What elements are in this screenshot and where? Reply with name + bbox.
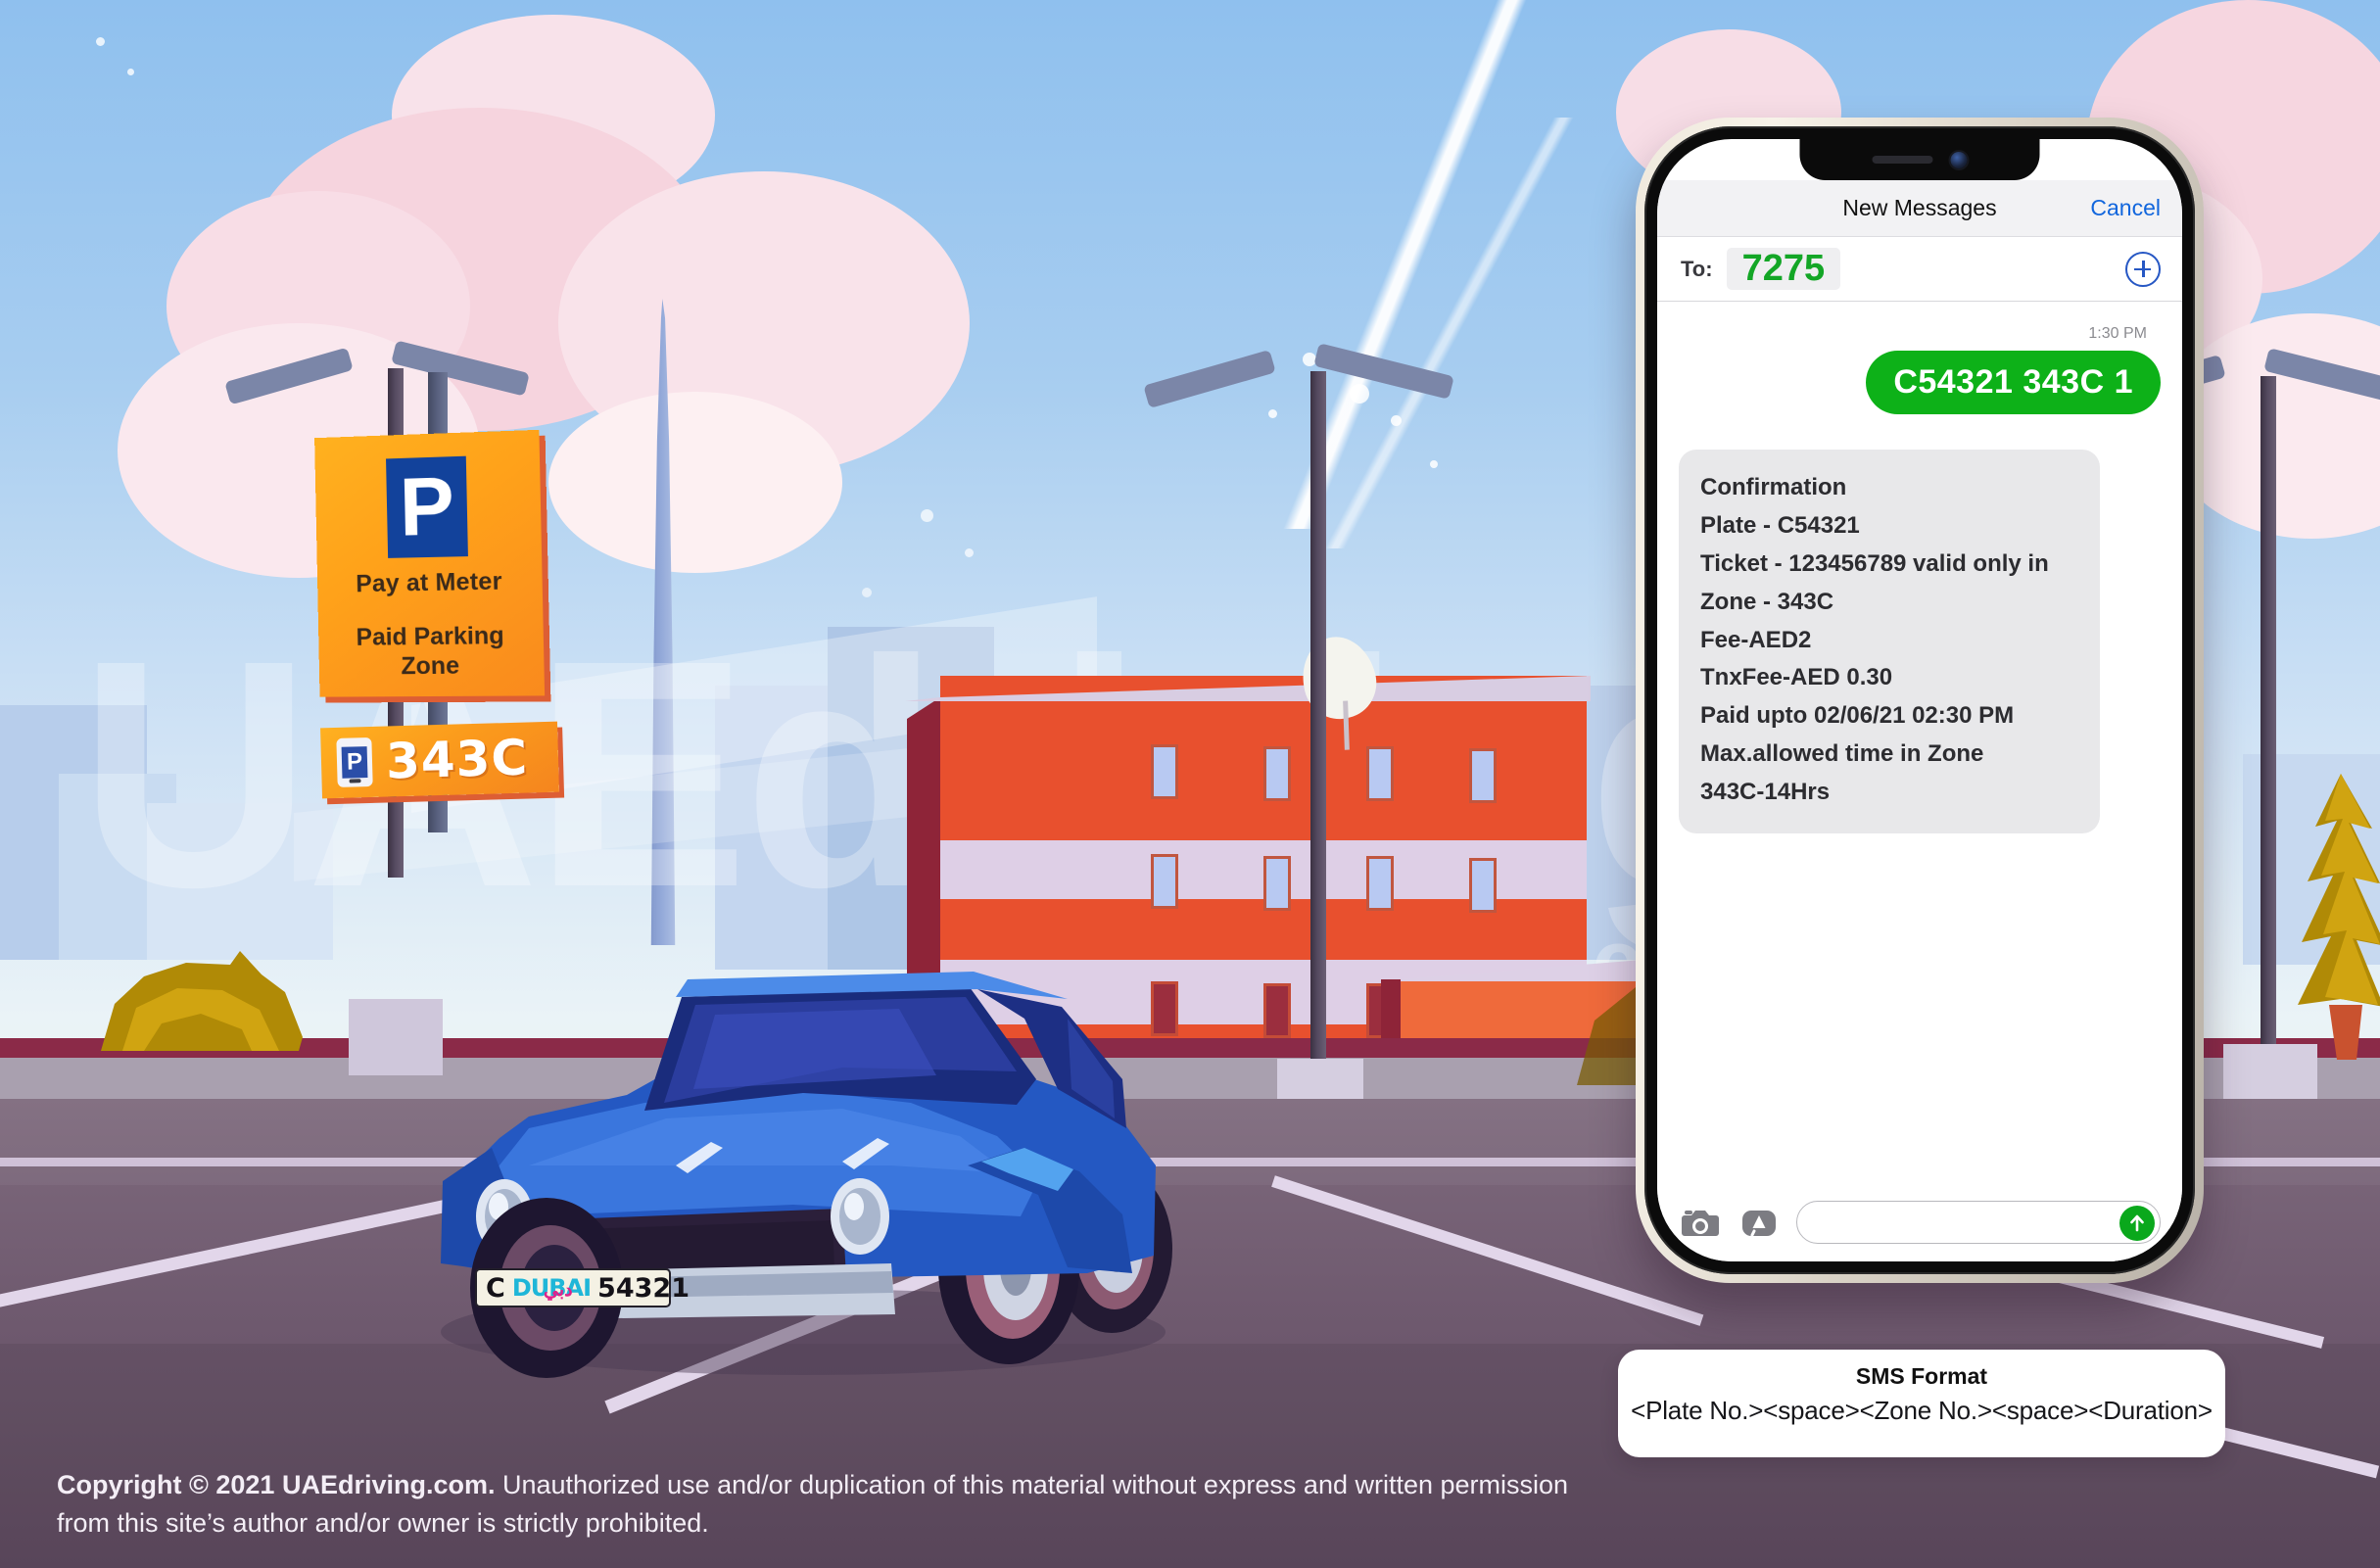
sparkle-dot [921,509,933,522]
plus-circle-icon[interactable] [2125,251,2161,287]
confirmation-line: Paid upto 02/06/21 02:30 PM [1700,702,2015,730]
building-roof-cap [905,676,1591,701]
phone-notch [1799,139,2040,180]
zone-number-sign: P 343C [320,721,559,799]
sign-paid-parking-zone-label: Paid Parking Zone [356,621,505,680]
sms-format-title: SMS Format [1855,1363,1988,1389]
sparkle-dot [96,37,105,46]
building-window [1366,746,1394,801]
cancel-button[interactable]: Cancel [2090,195,2161,221]
bush-right [2282,774,2380,1068]
phone-screen: New Messages Cancel To: 7275 1:30 PM C54… [1657,139,2182,1261]
send-arrow-icon[interactable] [2119,1206,2155,1241]
zone-number-label: 343C [385,729,529,790]
navbar-title: New Messages [1842,195,1997,220]
building-window [1263,983,1291,1038]
sparkle-dot [1268,409,1277,418]
parking-p-icon: P [386,455,468,558]
copyright-owner: Copyright © 2021 UAEdriving.com. [57,1469,496,1499]
sparkle-dot [1391,415,1402,426]
front-camera-icon [1950,151,1968,168]
confirmation-line: Max.allowed time in Zone [1700,740,1984,768]
building-window [1263,856,1291,911]
message-thread: 1:30 PM C54321 343C 1 Confirmation Plate… [1657,302,2182,1189]
outgoing-message-bubble: C54321 343C 1 [1866,351,2161,414]
confirmation-line: Confirmation [1700,474,1847,500]
building-window [1469,748,1497,803]
confirmation-line: 343C-14Hrs [1700,779,1831,805]
app-store-icon[interactable] [1737,1201,1781,1244]
incoming-message-bubble: Confirmation Plate - C54321 Ticket - 123… [1679,450,2100,833]
copyright-notice: Copyright © 2021 UAEdriving.com. Unautho… [57,1466,1624,1543]
sparkle-dot [862,588,872,597]
sparkle-dot [1430,460,1438,468]
recipient-row[interactable]: To: 7275 [1657,237,2182,302]
paid-parking-sign: P Pay at Meter Paid Parking Zone [314,429,546,697]
to-label: To: [1681,256,1713,281]
sms-format-card: SMS Format <Plate No.><space><Zone No.><… [1618,1350,2225,1457]
contrail-streak [1195,118,1704,548]
sms-format-pattern: <Plate No.><space><Zone No.><space><Dura… [1631,1396,2213,1425]
bush-left [93,935,309,1053]
confirmation-line: Zone - 343C [1700,588,1834,615]
message-input-field[interactable] [1796,1201,2161,1244]
sign-pay-at-meter-label: Pay at Meter [356,567,502,598]
earpiece-speaker-icon [1872,156,1933,164]
confirmation-line: Fee-AED2 [1700,626,1812,653]
confirmation-line: Plate - C54321 [1700,511,1860,539]
license-plate: C DUBAI دبي 54321 [475,1268,690,1307]
plate-number: 54321 [597,1272,690,1304]
camera-icon[interactable] [1679,1201,1722,1244]
sparkle-dot [1350,384,1369,404]
sparkle-dot [127,69,134,75]
building-window [1263,746,1291,801]
cloud-blob [548,392,842,573]
plate-prefix: C [486,1272,505,1304]
message-timestamp: 1:30 PM [2088,325,2147,342]
phone-bezel: New Messages Cancel To: 7275 1:30 PM C54… [1644,126,2195,1274]
confirmation-line: Ticket - 123456789 valid only in [1700,549,2049,577]
message-input-bar [1657,1189,2182,1261]
building-window [1469,858,1497,913]
parked-car: C DUBAI دبي 54321 [382,872,1244,1381]
messages-navbar: New Messages Cancel [1657,180,2182,237]
building-window [1151,744,1178,799]
plate-arabic-mark: دبي [544,1280,573,1301]
confirmation-line: TnxFee-AED 0.30 [1700,664,1893,691]
sparkle-dot [965,548,974,557]
recipient-chip[interactable]: 7275 [1726,247,1841,291]
iphone-mockup: New Messages Cancel To: 7275 1:30 PM C54… [1636,118,2204,1283]
mobile-parking-icon: P [336,736,373,787]
building-window [1366,856,1394,911]
